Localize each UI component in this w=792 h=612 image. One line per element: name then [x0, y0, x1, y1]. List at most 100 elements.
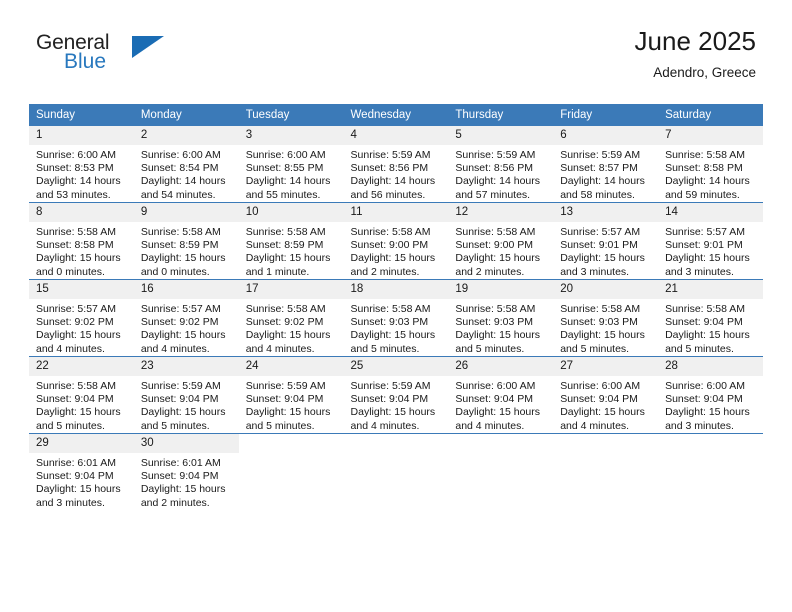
day-cell[interactable]: 19 Sunrise: 5:58 AM Sunset: 9:03 PM Dayligh…	[448, 279, 554, 357]
day-cell[interactable]: 5 Sunrise: 5:59 AM Sunset: 8:56 PM Daylight…	[448, 126, 554, 203]
page-title: June 2025	[634, 26, 756, 56]
day-number	[448, 434, 554, 453]
day-cell[interactable]: 8 Sunrise: 5:58 AM Sunset: 8:58 PM Daylight…	[29, 202, 134, 280]
daylight-text-line2: and 4 minutes.	[350, 419, 420, 432]
weekday-header-thursday: Thursday	[448, 104, 554, 126]
calendar-week-row: 29 Sunrise: 6:01 AM Sunset: 9:04 PM Dayligh…	[29, 433, 763, 510]
day-cell[interactable]: 13 Sunrise: 5:57 AM Sunset: 9:01 PM Dayligh…	[553, 202, 659, 280]
daylight-text-line2: and 59 minutes.	[665, 188, 740, 201]
daylight-text-line2: and 3 minutes.	[36, 496, 105, 509]
day-number: 3	[238, 126, 344, 145]
daylight-text-line2: and 5 minutes.	[560, 342, 630, 355]
day-cell[interactable]: 30 Sunrise: 6:01 AM Sunset: 9:04 PM Dayligh…	[133, 433, 239, 510]
daylight-text-line2: and 4 minutes.	[560, 419, 630, 432]
day-cell[interactable]: 1 Sunrise: 6:00 AM Sunset: 8:53 PM Daylight…	[29, 126, 134, 203]
day-cell[interactable]: 17 Sunrise: 5:58 AM Sunset: 9:02 PM Dayligh…	[238, 279, 344, 357]
day-details: Sunrise: 5:57 AM Sunset: 9:02 PM Daylight:…	[29, 299, 134, 356]
day-cell-empty	[658, 433, 763, 510]
sunrise-text: Sunrise: 5:58 AM	[140, 226, 221, 238]
daylight-text-line1: Daylight: 14 hours	[455, 175, 541, 188]
sunset-text: Sunset: 9:04 PM	[665, 316, 743, 329]
sunrise-text: Sunrise: 5:58 AM	[455, 303, 536, 315]
sunset-text: Sunset: 8:58 PM	[665, 162, 743, 175]
day-number: 18	[343, 280, 449, 299]
day-cell[interactable]: 26 Sunrise: 6:00 AM Sunset: 9:04 PM Dayligh…	[448, 356, 554, 434]
day-cell[interactable]: 15 Sunrise: 5:57 AM Sunset: 9:02 PM Dayligh…	[29, 279, 134, 357]
day-cell[interactable]: 11 Sunrise: 5:58 AM Sunset: 9:00 PM Dayligh…	[343, 202, 449, 280]
daylight-text-line1: Daylight: 15 hours	[665, 406, 750, 419]
day-details: Sunrise: 5:59 AM Sunset: 8:56 PM Daylight:…	[448, 145, 553, 202]
day-cell[interactable]: 2 Sunrise: 6:00 AM Sunset: 8:54 PM Daylight…	[133, 126, 239, 203]
daylight-text-line1: Daylight: 15 hours	[140, 483, 226, 496]
day-details: Sunrise: 6:01 AM Sunset: 9:04 PM Daylight:…	[29, 453, 134, 510]
day-number	[553, 434, 659, 453]
day-number: 12	[448, 203, 554, 222]
sunset-text: Sunset: 9:04 PM	[560, 393, 638, 406]
day-cell[interactable]: 25 Sunrise: 5:59 AM Sunset: 9:04 PM Dayligh…	[343, 356, 449, 434]
day-details: Sunrise: 5:59 AM Sunset: 9:04 PM Daylight:…	[134, 376, 239, 433]
sunrise-text: Sunrise: 5:59 AM	[350, 149, 431, 161]
day-number: 1	[29, 126, 134, 145]
daylight-text-line1: Daylight: 14 hours	[140, 175, 226, 188]
day-cell[interactable]: 24 Sunrise: 5:59 AM Sunset: 9:04 PM Dayligh…	[238, 356, 344, 434]
day-number	[238, 434, 344, 453]
daylight-text-line1: Daylight: 15 hours	[560, 406, 645, 419]
daylight-text-line2: and 5 minutes.	[36, 419, 105, 432]
general-blue-logo[interactable]: General Blue	[36, 32, 206, 84]
day-cell[interactable]: 4 Sunrise: 5:59 AM Sunset: 8:56 PM Daylight…	[343, 126, 449, 203]
daylight-text-line2: and 5 minutes.	[350, 342, 420, 355]
day-cell[interactable]: 29 Sunrise: 6:01 AM Sunset: 9:04 PM Dayligh…	[29, 433, 134, 510]
day-cell[interactable]: 22 Sunrise: 5:58 AM Sunset: 9:04 PM Dayligh…	[29, 356, 134, 434]
daylight-text-line2: and 4 minutes.	[245, 342, 315, 355]
daylight-text-line2: and 53 minutes.	[36, 188, 111, 201]
sunset-text: Sunset: 9:04 PM	[36, 470, 114, 483]
day-cell[interactable]: 7 Sunrise: 5:58 AM Sunset: 8:58 PM Daylight…	[658, 126, 763, 203]
sunrise-text: Sunrise: 5:58 AM	[665, 303, 746, 315]
calendar-week-row: 8 Sunrise: 5:58 AM Sunset: 8:58 PM Daylight…	[29, 202, 763, 280]
day-details: Sunrise: 5:58 AM Sunset: 8:59 PM Daylight:…	[134, 222, 239, 279]
day-cell[interactable]: 12 Sunrise: 5:58 AM Sunset: 9:00 PM Dayligh…	[448, 202, 554, 280]
day-cell[interactable]: 16 Sunrise: 5:57 AM Sunset: 9:02 PM Dayligh…	[133, 279, 239, 357]
day-number	[658, 434, 763, 453]
page-header: General Blue June 2025 Adendro, Greece	[0, 0, 792, 80]
day-cell[interactable]: 28 Sunrise: 6:00 AM Sunset: 9:04 PM Dayligh…	[658, 356, 763, 434]
sunrise-text: Sunrise: 6:00 AM	[140, 149, 221, 161]
sunset-text: Sunset: 9:04 PM	[245, 393, 324, 406]
day-number: 8	[29, 203, 134, 222]
daylight-text-line1: Daylight: 15 hours	[560, 329, 645, 342]
daylight-text-line1: Daylight: 15 hours	[245, 406, 331, 419]
day-number: 28	[658, 357, 763, 376]
day-details: Sunrise: 5:58 AM Sunset: 9:03 PM Daylight:…	[553, 299, 658, 356]
sunrise-text: Sunrise: 5:58 AM	[350, 226, 431, 238]
day-cell[interactable]: 3 Sunrise: 6:00 AM Sunset: 8:55 PM Daylight…	[238, 126, 344, 203]
daylight-text-line1: Daylight: 15 hours	[245, 252, 331, 265]
sunset-text: Sunset: 9:01 PM	[560, 239, 638, 252]
daylight-text-line2: and 3 minutes.	[560, 265, 630, 278]
day-number: 11	[343, 203, 449, 222]
day-cell[interactable]: 21 Sunrise: 5:58 AM Sunset: 9:04 PM Dayligh…	[658, 279, 763, 357]
day-cell-empty	[343, 433, 449, 510]
day-cell[interactable]: 6 Sunrise: 5:59 AM Sunset: 8:57 PM Daylight…	[553, 126, 659, 203]
day-cell[interactable]: 23 Sunrise: 5:59 AM Sunset: 9:04 PM Dayligh…	[133, 356, 239, 434]
day-details: Sunrise: 6:00 AM Sunset: 9:04 PM Daylight:…	[658, 376, 763, 433]
day-cell[interactable]: 14 Sunrise: 5:57 AM Sunset: 9:01 PM Dayligh…	[658, 202, 763, 280]
sunset-text: Sunset: 8:55 PM	[245, 162, 324, 175]
calendar-body: 1 Sunrise: 6:00 AM Sunset: 8:53 PM Daylight…	[29, 126, 763, 510]
day-details: Sunrise: 6:01 AM Sunset: 9:04 PM Daylight:…	[134, 453, 239, 510]
day-number: 19	[448, 280, 554, 299]
day-number: 24	[238, 357, 344, 376]
sunset-text: Sunset: 9:02 PM	[36, 316, 114, 329]
logo-text-general: General	[36, 31, 110, 54]
day-cell[interactable]: 10 Sunrise: 5:58 AM Sunset: 8:59 PM Dayligh…	[238, 202, 344, 280]
day-number: 17	[238, 280, 344, 299]
day-cell[interactable]: 18 Sunrise: 5:58 AM Sunset: 9:03 PM Dayligh…	[343, 279, 449, 357]
sunrise-text: Sunrise: 5:59 AM	[455, 149, 536, 161]
day-cell[interactable]: 9 Sunrise: 5:58 AM Sunset: 8:59 PM Daylight…	[133, 202, 239, 280]
day-cell[interactable]: 20 Sunrise: 5:58 AM Sunset: 9:03 PM Dayligh…	[553, 279, 659, 357]
sunrise-text: Sunrise: 5:58 AM	[665, 149, 746, 161]
day-cell[interactable]: 27 Sunrise: 6:00 AM Sunset: 9:04 PM Dayligh…	[553, 356, 659, 434]
sunset-text: Sunset: 8:54 PM	[140, 162, 219, 175]
weekday-header-monday: Monday	[133, 104, 239, 126]
daylight-text-line1: Daylight: 15 hours	[665, 252, 750, 265]
weekday-header-saturday: Saturday	[658, 104, 763, 126]
